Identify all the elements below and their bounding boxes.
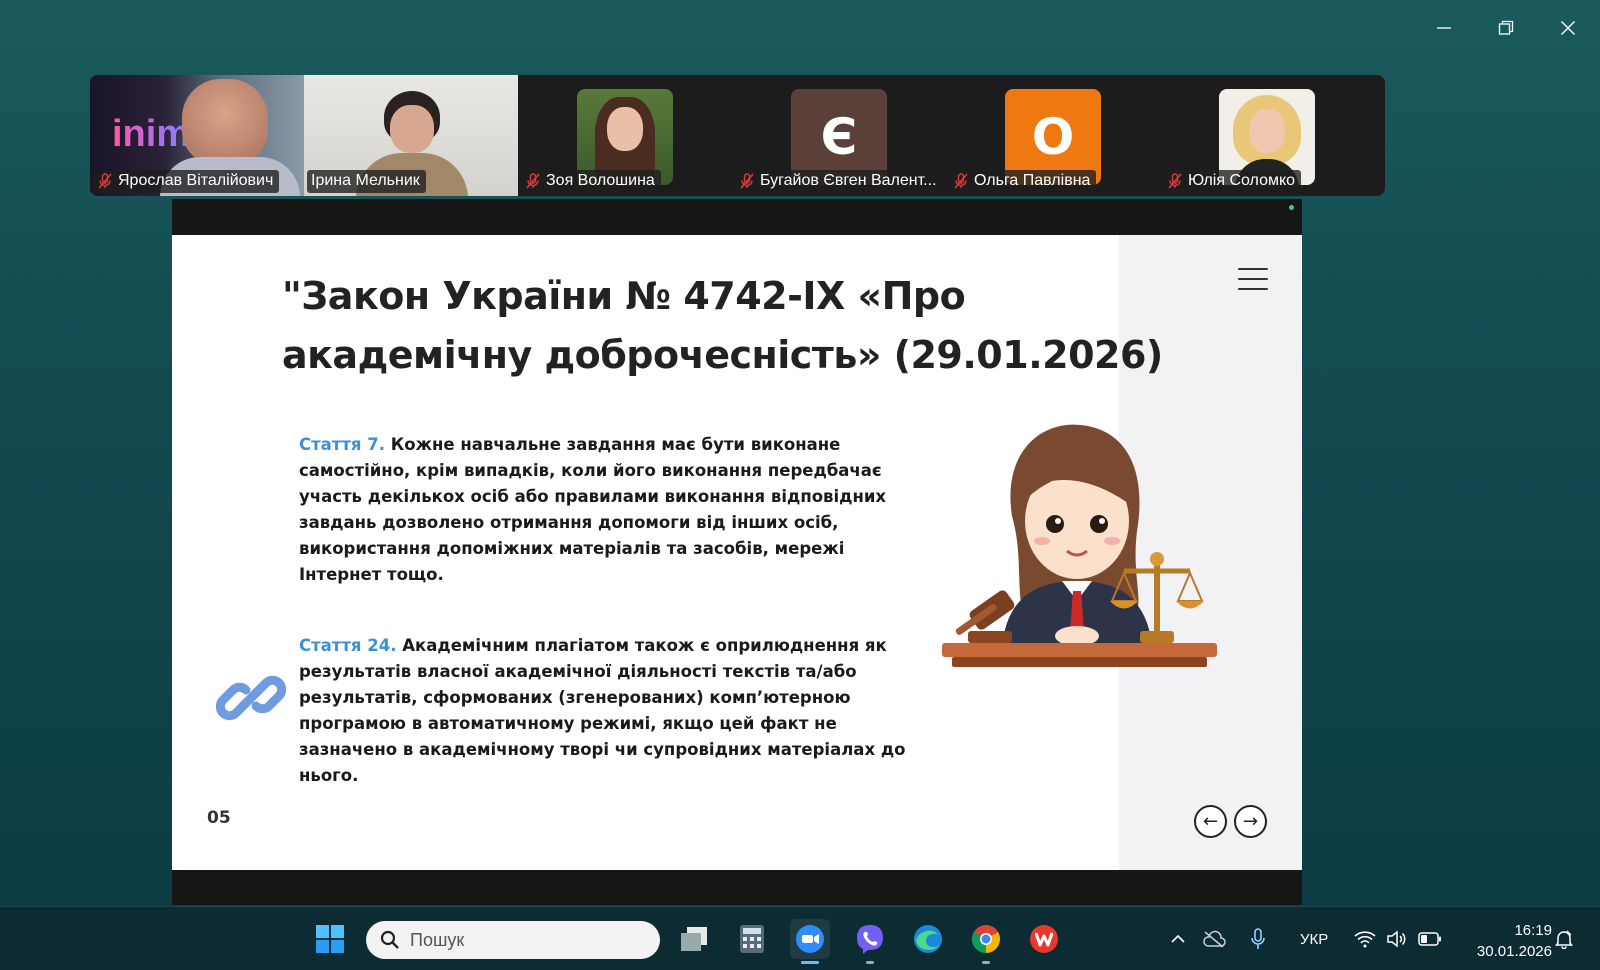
participant-name: Бугайов Євген Валент...	[760, 172, 937, 189]
zoom-app-icon	[796, 925, 824, 953]
participant-tile[interactable]: Юлія Соломко	[1160, 75, 1374, 196]
participant-tile[interactable]: О Ольга Павлівна	[946, 75, 1160, 196]
participant-name-tag: Ольга Павлівна	[949, 170, 1097, 193]
microphone-button[interactable]	[1236, 928, 1280, 950]
minimize-icon	[1437, 27, 1451, 29]
participant-tile-active-speaker[interactable]: Ірина Мельник	[304, 75, 518, 196]
mic-off-icon	[953, 173, 969, 189]
search-icon	[380, 930, 399, 949]
quick-settings[interactable]	[1354, 907, 1442, 970]
shared-screen: "Закон України № 4742-IX «Про академічну…	[172, 199, 1302, 905]
presentation-slide: "Закон України № 4742-IX «Про академічну…	[172, 235, 1302, 870]
participant-name-tag: Зоя Волошина	[521, 170, 661, 193]
taskbar-app-wps[interactable]	[1024, 919, 1064, 959]
microphone-icon	[1251, 928, 1265, 949]
avatar-letter: Є	[820, 108, 858, 166]
search-placeholder: Пошук	[410, 929, 465, 950]
edge-browser-icon	[914, 925, 942, 953]
article-24: Стаття 24. Академічним плагіатом також є…	[299, 633, 909, 789]
slide-title: "Закон України № 4742-IX «Про академічну…	[282, 274, 1163, 377]
participant-strip: inims Ярослав Віталійович Ірина Мельник …	[90, 75, 1385, 196]
participant-name: Ольга Павлівна	[974, 172, 1091, 189]
person-face	[390, 105, 434, 153]
avatar-letter: О	[1031, 108, 1075, 166]
judge-illustration	[942, 424, 1217, 667]
participant-name: Ярослав Віталійович	[118, 172, 274, 189]
clock-date: 30.01.2026	[1476, 943, 1552, 960]
wps-office-icon	[1030, 925, 1058, 953]
hamburger-menu-icon[interactable]	[1238, 268, 1268, 292]
close-button[interactable]	[1552, 12, 1584, 44]
start-button[interactable]	[310, 919, 350, 959]
participant-tile[interactable]: Зоя Волошина	[518, 75, 732, 196]
task-view-button[interactable]	[674, 919, 714, 959]
system-clock[interactable]: 16:19 30.01.2026	[1477, 920, 1552, 962]
wifi-icon	[1354, 931, 1376, 948]
article-7-text: Кожне навчальне завдання має бути викона…	[299, 435, 887, 584]
show-hidden-icons-button[interactable]	[1164, 934, 1192, 944]
task-view-icon	[681, 927, 707, 951]
window-controls	[1428, 12, 1584, 44]
person-silhouette	[182, 79, 268, 165]
chain-link-icon	[216, 675, 286, 721]
previous-slide-button[interactable]: ←	[1194, 805, 1227, 838]
taskbar-app-chrome[interactable]	[966, 919, 1006, 964]
calculator-icon	[740, 925, 764, 953]
share-indicator	[1289, 205, 1294, 210]
taskbar-app-zoom[interactable]	[790, 919, 830, 964]
chrome-browser-icon	[972, 925, 1000, 953]
language-label: УКР	[1300, 930, 1329, 948]
mic-off-icon	[525, 173, 541, 189]
volume-icon	[1387, 930, 1406, 948]
article-7-lead: Стаття 7.	[299, 435, 386, 454]
cloud-off-icon	[1203, 930, 1226, 948]
article-24-lead: Стаття 24.	[299, 636, 397, 655]
restore-icon	[1498, 20, 1514, 35]
person-face	[607, 107, 643, 151]
taskbar-app-edge[interactable]	[908, 919, 948, 959]
minimize-button[interactable]	[1428, 12, 1460, 44]
notifications-button[interactable]	[1554, 907, 1574, 970]
taskbar-app-viber[interactable]	[850, 919, 890, 964]
taskbar-app-calculator[interactable]	[732, 919, 772, 959]
language-indicator[interactable]: УКР	[1300, 907, 1328, 970]
windows-logo-icon	[316, 925, 344, 953]
system-tray	[1164, 907, 1280, 970]
participant-name: Ірина Мельник	[311, 172, 420, 189]
close-icon	[1561, 21, 1575, 35]
notification-bell-icon	[1555, 930, 1573, 949]
clock-time: 16:19	[1514, 922, 1552, 939]
restore-button[interactable]	[1490, 12, 1522, 44]
mic-off-icon	[1167, 173, 1183, 189]
participant-name-tag: Бугайов Євген Валент...	[735, 170, 943, 193]
person-face	[1249, 109, 1285, 153]
battery-icon	[1418, 932, 1441, 946]
chevron-up-icon	[1171, 934, 1185, 943]
next-slide-button[interactable]: →	[1234, 805, 1267, 838]
mic-off-icon	[97, 173, 113, 189]
participant-name: Зоя Волошина	[546, 172, 655, 189]
participant-name-tag: Ірина Мельник	[307, 170, 426, 193]
taskbar: Пошук УКР 16:19 30.01.2026	[0, 906, 1600, 970]
taskbar-search[interactable]: Пошук	[366, 921, 660, 959]
participant-tile[interactable]: Є Бугайов Євген Валент...	[732, 75, 946, 196]
slide-page-number: 05	[207, 808, 231, 828]
participant-tile[interactable]: inims Ярослав Віталійович	[90, 75, 304, 196]
participant-name: Юлія Соломко	[1188, 172, 1296, 189]
mic-off-icon	[739, 173, 755, 189]
cloud-sync-button[interactable]	[1192, 930, 1236, 948]
viber-icon	[857, 925, 883, 954]
article-7: Стаття 7. Кожне навчальне завдання має б…	[299, 432, 909, 588]
article-24-text: Академічним плагіатом також є оприлюднен…	[299, 636, 906, 785]
participant-name-tag: Юлія Соломко	[1163, 170, 1302, 193]
participant-name-tag: Ярослав Віталійович	[93, 170, 280, 193]
